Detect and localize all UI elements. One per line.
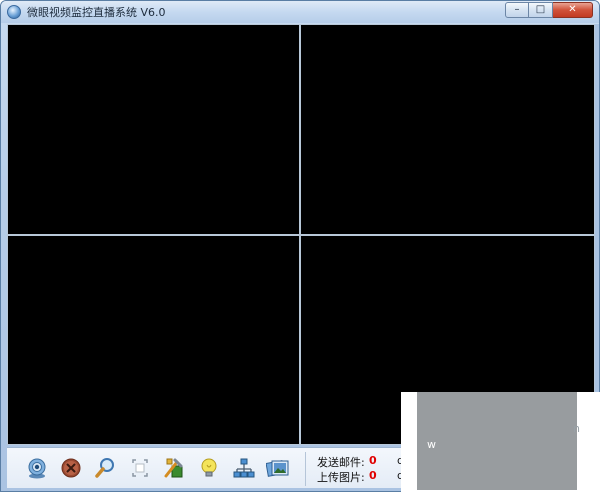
- toolbar-separator: [305, 452, 306, 486]
- search-icon: [95, 458, 114, 478]
- title-bar[interactable]: 微眼视频监控直播系统 V6.0 – □ ✕: [1, 1, 599, 23]
- network-button[interactable]: [232, 456, 256, 480]
- maximize-icon: □: [535, 4, 546, 15]
- stop-button[interactable]: [59, 456, 83, 480]
- video-panel-3[interactable]: [8, 236, 299, 444]
- settings-tools-icon: [164, 458, 183, 478]
- window-controls: – □ ✕: [505, 2, 593, 18]
- minimize-button[interactable]: –: [505, 2, 529, 18]
- close-button[interactable]: ✕: [553, 2, 593, 18]
- video-grid: [7, 24, 595, 445]
- upload-count-value: 0: [369, 469, 377, 482]
- settings-tools-button[interactable]: [163, 456, 187, 480]
- webcam-button[interactable]: [25, 456, 49, 480]
- stop-icon: [61, 458, 81, 478]
- screen-capture-icon: [132, 459, 148, 477]
- video-panel-2[interactable]: [301, 25, 594, 234]
- video-panel-1[interactable]: [8, 25, 299, 234]
- close-icon: ✕: [568, 4, 577, 15]
- screen-capture-button[interactable]: [128, 456, 152, 480]
- photos-button[interactable]: [266, 456, 290, 480]
- watermark-overlay: w n: [401, 392, 600, 492]
- email-count-value: 0: [369, 454, 377, 467]
- watermark-box: w: [417, 392, 577, 490]
- window-title: 微眼视频监控直播系统 V6.0: [27, 6, 166, 19]
- app-logo-icon: [7, 5, 21, 19]
- webcam-icon: [28, 458, 46, 479]
- lightbulb-button[interactable]: [197, 456, 221, 480]
- email-count-label: 发送邮件:: [317, 456, 365, 469]
- maximize-button[interactable]: □: [529, 2, 553, 18]
- watermark-letter-right: n: [573, 422, 580, 435]
- photos-icon: [266, 460, 289, 477]
- search-button[interactable]: [93, 456, 117, 480]
- minimize-icon: –: [514, 4, 520, 15]
- lightbulb-icon: [201, 458, 217, 477]
- watermark-letter-left: w: [427, 438, 436, 451]
- network-icon: [233, 458, 255, 478]
- upload-count-label: 上传图片:: [317, 471, 365, 484]
